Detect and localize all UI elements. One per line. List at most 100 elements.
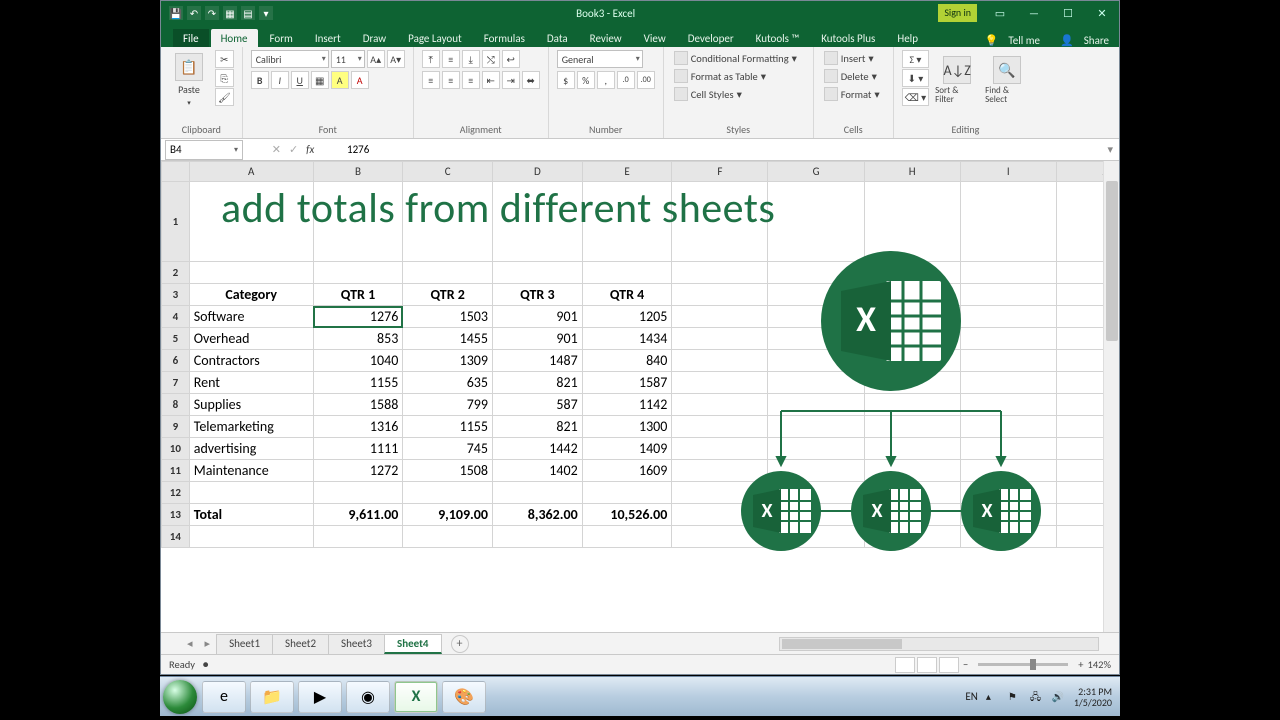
cell-F1[interactable] [672,182,768,262]
taskbar-media-player-icon[interactable]: ▶ [298,681,342,713]
tab-file[interactable]: File [173,29,209,47]
sheet-tab-sheet1[interactable]: Sheet1 [216,634,273,654]
cell-C2[interactable] [403,262,493,284]
cell-E10[interactable]: 1409 [582,438,672,460]
cut-icon[interactable]: ✂ [215,50,234,68]
view-page-break-icon[interactable] [939,657,959,673]
enter-formula-icon[interactable]: ✓ [289,143,298,156]
align-middle-icon[interactable]: ≡ [442,50,460,68]
align-bottom-icon[interactable]: ⤓ [462,50,480,68]
insert-cells-button[interactable]: Insert ▾ [822,50,876,66]
sheet-tab-sheet4[interactable]: Sheet4 [384,634,442,654]
row-header-2[interactable]: 2 [162,262,190,284]
cell-C11[interactable]: 1508 [403,460,493,482]
row-header-12[interactable]: 12 [162,482,190,504]
cell-A13[interactable]: Total [189,504,313,526]
cell-C3[interactable]: QTR 2 [403,284,493,306]
cell-B13[interactable]: 9,611.00 [313,504,403,526]
conditional-formatting-button[interactable]: Conditional Formatting ▾ [672,50,799,66]
cell-A4[interactable]: Software [189,306,313,328]
column-header-D[interactable]: D [493,162,583,182]
cell-G9[interactable] [768,416,864,438]
taskbar-explorer-icon[interactable]: 📁 [250,681,294,713]
cell-H7[interactable] [864,372,960,394]
cell-E11[interactable]: 1609 [582,460,672,482]
cell-F6[interactable] [672,350,768,372]
cell-D8[interactable]: 587 [493,394,583,416]
row-header-1[interactable]: 1 [162,182,190,262]
cell-C9[interactable]: 1155 [403,416,493,438]
start-button[interactable] [160,677,200,717]
maximize-button[interactable]: ☐ [1051,1,1085,25]
cell-G3[interactable] [768,284,864,306]
tab-data[interactable]: Data [537,29,578,47]
cell-I2[interactable] [960,262,1056,284]
cell-A3[interactable]: Category [189,284,313,306]
cell-D12[interactable] [493,482,583,504]
cell-D6[interactable]: 1487 [493,350,583,372]
cell-G10[interactable] [768,438,864,460]
cell-D9[interactable]: 821 [493,416,583,438]
cell-F7[interactable] [672,372,768,394]
column-header-H[interactable]: H [864,162,960,182]
cell-H6[interactable] [864,350,960,372]
row-header-7[interactable]: 7 [162,372,190,394]
column-header-E[interactable]: E [582,162,672,182]
cell-H11[interactable] [864,460,960,482]
cell-I13[interactable] [960,504,1056,526]
cell-E1[interactable] [582,182,672,262]
row-header-13[interactable]: 13 [162,504,190,526]
tray-flag-icon[interactable]: ⚑ [1008,690,1022,704]
cell-H12[interactable] [864,482,960,504]
tab-help[interactable]: Help [887,29,928,47]
tab-form[interactable]: Form [260,29,303,47]
comma-icon[interactable]: , [597,71,615,89]
row-header-10[interactable]: 10 [162,438,190,460]
column-header-I[interactable]: I [960,162,1056,182]
sign-in-button[interactable]: Sign in [938,4,977,22]
font-name-select[interactable]: Calibri [251,50,329,68]
cell-F10[interactable] [672,438,768,460]
vertical-scrollbar[interactable] [1103,161,1119,632]
taskbar-paint-icon[interactable]: 🎨 [442,681,486,713]
cell-E2[interactable] [582,262,672,284]
increase-font-icon[interactable]: A▴ [367,50,385,68]
select-all-corner[interactable] [162,162,190,182]
cell-C8[interactable]: 799 [403,394,493,416]
cell-H9[interactable] [864,416,960,438]
borders-icon[interactable]: ▦ [311,71,329,89]
cell-B10[interactable]: 1111 [313,438,403,460]
decrease-font-icon[interactable]: A▾ [387,50,405,68]
view-normal-icon[interactable] [895,657,915,673]
cell-D7[interactable]: 821 [493,372,583,394]
cell-C12[interactable] [403,482,493,504]
cell-F11[interactable] [672,460,768,482]
wrap-text-icon[interactable]: ↩ [502,50,520,68]
cell-E12[interactable] [582,482,672,504]
zoom-out-button[interactable]: − [963,658,968,671]
cell-F8[interactable] [672,394,768,416]
sheet-nav-next-icon[interactable]: ▸ [199,637,217,650]
name-box[interactable]: B4 ▾ [165,140,243,160]
cell-F13[interactable] [672,504,768,526]
cell-B12[interactable] [313,482,403,504]
cell-A9[interactable]: Telemarketing [189,416,313,438]
autosum-icon[interactable]: Σ ▾ [902,50,929,68]
row-header-9[interactable]: 9 [162,416,190,438]
number-format-select[interactable]: General [557,50,643,68]
cell-H10[interactable] [864,438,960,460]
align-left-icon[interactable]: ≡ [422,71,440,89]
sheet-tab-sheet3[interactable]: Sheet3 [328,634,385,654]
cell-I8[interactable] [960,394,1056,416]
cell-H3[interactable] [864,284,960,306]
cell-B3[interactable]: QTR 1 [313,284,403,306]
cell-F2[interactable] [672,262,768,284]
format-as-table-button[interactable]: Format as Table ▾ [672,68,768,84]
scrollbar-thumb[interactable] [1106,181,1118,341]
cell-I1[interactable] [960,182,1056,262]
cell-A1[interactable] [189,182,313,262]
paste-button[interactable]: 📋 Paste ▾ [169,50,209,110]
spreadsheet-grid[interactable]: ABCDEFGHIJ123CategoryQTR 1QTR 2QTR 3QTR … [161,161,1119,632]
tray-volume-icon[interactable]: 🔊 [1052,690,1066,704]
fill-color-icon[interactable]: A [331,71,349,89]
